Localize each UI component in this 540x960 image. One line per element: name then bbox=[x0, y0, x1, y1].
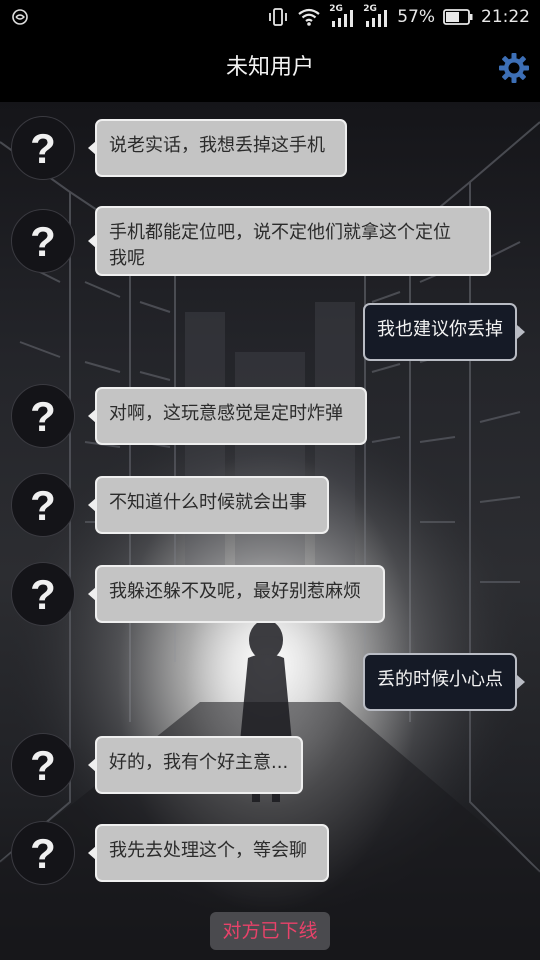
incoming-message: ? 我躲还躲不及呢，最好别惹麻烦 bbox=[0, 562, 540, 626]
outgoing-message: 丢的时候小心点 bbox=[0, 653, 540, 711]
question-mark-icon[interactable]: ? bbox=[11, 473, 75, 537]
gear-icon[interactable] bbox=[498, 52, 530, 84]
message-bubble[interactable]: 说老实话，我想丢掉这手机 bbox=[95, 119, 347, 177]
notification-icon bbox=[12, 9, 28, 25]
wifi-icon bbox=[298, 8, 320, 26]
incoming-message: ? 手机都能定位吧，说不定他们就拿这个定位 我呢 bbox=[0, 206, 540, 276]
title-bar: 未知用户 bbox=[0, 34, 540, 102]
message-bubble[interactable]: 丢的时候小心点 bbox=[363, 653, 517, 711]
chat-title: 未知用户 bbox=[225, 55, 314, 80]
message-bubble[interactable]: 我也建议你丢掉 bbox=[363, 303, 517, 361]
message-bubble[interactable]: 我躲还躲不及呢，最好别惹麻烦 bbox=[95, 565, 385, 623]
signal-icon bbox=[366, 10, 388, 27]
signal-icon bbox=[332, 10, 354, 27]
bubble-tail bbox=[517, 325, 525, 339]
vibrate-icon bbox=[269, 8, 288, 26]
battery-icon bbox=[443, 9, 473, 25]
chat-area[interactable]: ? 说老实话，我想丢掉这手机? 手机都能定位吧，说不定他们就拿这个定位 我呢 我也建议… bbox=[0, 102, 540, 960]
offline-status-badge: 对方已下线 bbox=[210, 912, 330, 950]
incoming-message: ? 不知道什么时候就会出事 bbox=[0, 473, 540, 537]
question-mark-icon[interactable]: ? bbox=[11, 116, 75, 180]
battery-percent: 57% bbox=[397, 7, 435, 27]
outgoing-message: 我也建议你丢掉 bbox=[0, 303, 540, 361]
question-mark-icon[interactable]: ? bbox=[11, 733, 75, 797]
incoming-message: ? 说老实话，我想丢掉这手机 bbox=[0, 116, 540, 180]
status-bar: 2G 2G 57% 21:22 bbox=[0, 0, 540, 34]
message-bubble[interactable]: 手机都能定位吧，说不定他们就拿这个定位 我呢 bbox=[95, 206, 491, 276]
clock: 21:22 bbox=[481, 7, 530, 27]
message-bubble[interactable]: 我先去处理这个，等会聊 bbox=[95, 824, 329, 882]
cell-signal-2: 2G bbox=[363, 4, 389, 28]
question-mark-icon[interactable]: ? bbox=[11, 821, 75, 885]
message-bubble[interactable]: 不知道什么时候就会出事 bbox=[95, 476, 329, 534]
incoming-message: ? 对啊，这玩意感觉是定时炸弹 bbox=[0, 384, 540, 448]
cell-signal-1: 2G bbox=[329, 4, 355, 28]
question-mark-icon[interactable]: ? bbox=[11, 384, 75, 448]
bubble-tail bbox=[517, 675, 525, 689]
question-mark-icon[interactable]: ? bbox=[11, 209, 75, 273]
message-bubble[interactable]: 好的，我有个好主意... bbox=[95, 736, 303, 794]
incoming-message: ? 我先去处理这个，等会聊 bbox=[0, 821, 540, 885]
question-mark-icon[interactable]: ? bbox=[11, 562, 75, 626]
message-bubble[interactable]: 对啊，这玩意感觉是定时炸弹 bbox=[95, 387, 367, 445]
incoming-message: ? 好的，我有个好主意... bbox=[0, 733, 540, 797]
